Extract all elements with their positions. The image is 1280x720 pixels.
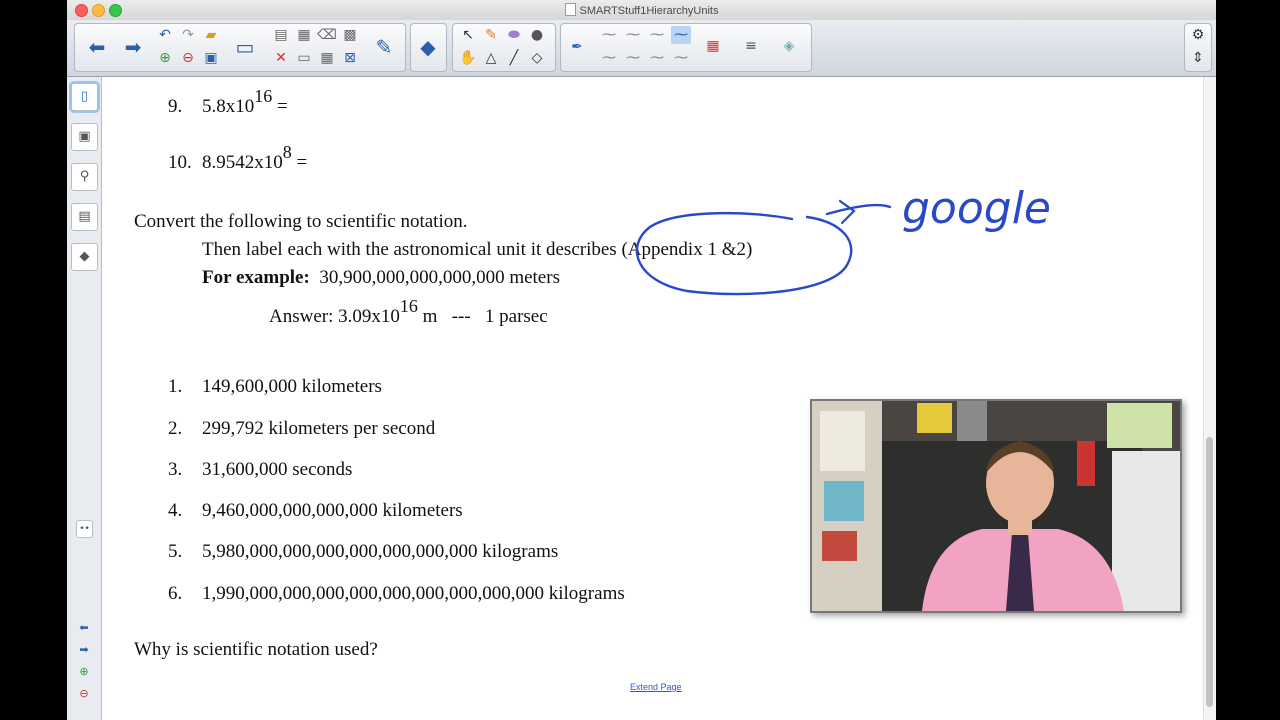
- open-file-icon[interactable]: ▰: [201, 26, 221, 44]
- delete-icon[interactable]: ✕: [271, 49, 291, 67]
- sidebar: ▯ ▣ ⚲ ▤ ◆ •• ⬅ ➡ ⊕ ⊖: [67, 77, 102, 720]
- screen-capture-icon[interactable]: ▦: [294, 26, 314, 44]
- sidebar-prev-icon[interactable]: ⬅: [76, 621, 92, 635]
- select-icon[interactable]: ↖: [458, 26, 478, 44]
- gallery-tab-icon[interactable]: ▣: [71, 123, 98, 151]
- shape-icon[interactable]: △: [481, 49, 501, 67]
- toolbar: ⬅ ➡ ↶ ↷ ▰ ⊕ ⊖ ▣ ▭ ▤ ▦ ⌫ ▩ ✕ ▭ ▦ ⊠ ✎ ◆ ↖ …: [67, 20, 1216, 77]
- line-style-3-icon[interactable]: ⁓: [647, 26, 667, 44]
- sidebar-remove-icon[interactable]: ⊖: [76, 687, 92, 701]
- line-style-1-icon[interactable]: ⁓: [599, 26, 619, 44]
- line-style-4-icon[interactable]: ⁓: [671, 26, 691, 44]
- fill-icon[interactable]: ●: [527, 26, 547, 44]
- pen-icon[interactable]: ✎: [481, 26, 501, 44]
- line-properties-icon[interactable]: ≡: [741, 37, 761, 55]
- eraser-icon[interactable]: ⬬: [504, 26, 524, 44]
- next-page-icon[interactable]: ➡: [119, 33, 147, 61]
- share-icon[interactable]: ◆: [414, 33, 442, 61]
- sidebar-collapse-icon[interactable]: ••: [76, 520, 93, 538]
- whiteboard-page[interactable]: 9. 5.8x1016 = 10. 8.9542x108 = Convert the…: [102, 77, 1204, 720]
- toolbar-group-tools: ↖ ✎ ⬬ ● ✋ △ ╱ ◇: [452, 23, 556, 72]
- webcam-image: [812, 401, 1180, 611]
- toolbar-group-pen-styles: ✒ ⁓ ⁓ ⁓ ⁓ ⁓ ⁓ ⁓ ⁓ ▦ ≡ ◈: [560, 23, 812, 72]
- display-icon[interactable]: ▭: [231, 33, 259, 61]
- magic-pen-icon[interactable]: ✋: [458, 49, 478, 67]
- title-bar: SMARTStuff1HierarchyUnits: [67, 0, 1216, 21]
- line-style-2-icon[interactable]: ⁓: [623, 26, 643, 44]
- previous-page-icon[interactable]: ⬅: [83, 33, 111, 61]
- window-title: SMARTStuff1HierarchyUnits: [579, 5, 719, 17]
- toolbar-group-settings: ⚙ ⇕: [1184, 23, 1212, 72]
- attachments-tab-icon[interactable]: ⚲: [71, 163, 98, 191]
- line-style-7-icon[interactable]: ⁓: [647, 49, 667, 67]
- toolbar-group-navigation: ⬅ ➡ ↶ ↷ ▰ ⊕ ⊖ ▣ ▭ ▤ ▦ ⌫ ▩ ✕ ▭ ▦ ⊠ ✎: [74, 23, 406, 72]
- insert-table-icon[interactable]: ▩: [340, 26, 360, 44]
- pen-tray-icon[interactable]: ✎: [370, 33, 398, 61]
- transparency-icon[interactable]: ◈: [779, 37, 799, 55]
- screen-shade-icon[interactable]: ▭: [294, 49, 314, 67]
- toolbar-group-share: ◆: [410, 23, 447, 72]
- pen-type-icon[interactable]: ✒: [567, 38, 587, 56]
- handwritten-google-text: google: [902, 183, 1051, 234]
- addons-tab-icon[interactable]: ◆: [71, 243, 98, 271]
- add-page-icon[interactable]: ⊕: [155, 49, 175, 67]
- undo-icon[interactable]: ↶: [155, 26, 175, 44]
- app-window: SMARTStuff1HierarchyUnits ⬅ ➡ ↶ ↷ ▰ ⊕ ⊖ …: [67, 0, 1216, 720]
- delete-page-icon[interactable]: ⊖: [178, 49, 198, 67]
- sidebar-add-icon[interactable]: ⊕: [76, 665, 92, 679]
- webcam-video-overlay: [810, 399, 1182, 613]
- redo-icon[interactable]: ↷: [178, 26, 198, 44]
- text-icon[interactable]: ◇: [527, 49, 547, 67]
- line-style-5-icon[interactable]: ⁓: [599, 49, 619, 67]
- table-icon[interactable]: ▦: [317, 49, 337, 67]
- settings-gear-icon[interactable]: ⚙: [1188, 26, 1208, 44]
- line-icon[interactable]: ╱: [504, 49, 524, 67]
- color-palette-icon[interactable]: ▦: [703, 37, 723, 55]
- clear-page-icon[interactable]: ⌫: [317, 26, 337, 44]
- sidebar-next-icon[interactable]: ➡: [76, 643, 92, 657]
- fullscreen-icon[interactable]: ⊠: [340, 49, 360, 67]
- vertical-scrollbar[interactable]: [1203, 77, 1216, 720]
- page-sorter-tab-icon[interactable]: ▯: [71, 83, 98, 111]
- scrollbar-thumb[interactable]: [1206, 437, 1213, 707]
- properties-tab-icon[interactable]: ▤: [71, 203, 98, 231]
- toolbar-toggle-icon[interactable]: ⇕: [1188, 49, 1208, 67]
- line-style-8-icon[interactable]: ⁓: [671, 49, 691, 67]
- paste-icon[interactable]: ▤: [271, 26, 291, 44]
- save-icon[interactable]: ▣: [201, 49, 221, 67]
- line-style-6-icon[interactable]: ⁓: [623, 49, 643, 67]
- document-icon: [564, 3, 576, 16]
